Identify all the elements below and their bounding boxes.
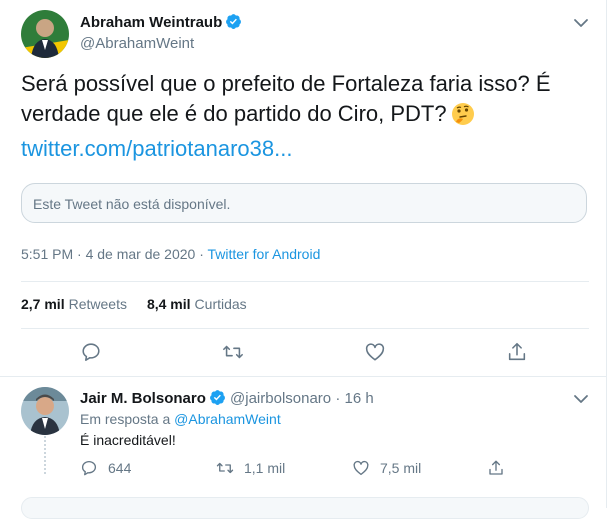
reply-reply-action[interactable]: 644 [80,459,131,479]
reply-reply-count: 644 [108,460,132,476]
reply-author-handle[interactable]: @jairbolsonaro [230,390,331,407]
chevron-down-icon[interactable] [572,14,590,32]
likes-label: Curtidas [194,296,247,312]
thread-line [44,436,46,474]
like-icon[interactable] [364,341,386,363]
likes-count: 8,4 mil [146,296,191,312]
retweets-stat[interactable]: 2,7 mil Retweets [21,296,127,312]
reply-retweet-count: 1,1 mil [244,460,286,476]
author-name[interactable]: Abraham Weintraub [80,14,222,31]
reply-author-line: Jair M. Bolsonaro @jairbolsonaro · 16 h [80,389,374,410]
reply-like-count: 7,5 mil [380,460,422,476]
reply-text: É inacreditável! [80,432,176,448]
likes-stat[interactable]: 8,4 mil Curtidas [147,296,247,312]
verified-badge-icon [209,389,226,410]
retweet-icon [216,462,234,474]
reply-like-action[interactable]: 7,5 mil [352,459,421,479]
quoted-tweet-card: Este Tweet não está disponível. [21,183,587,223]
reply-icon [81,460,97,476]
meta-separator: · [199,246,204,262]
tweet-meta: 5:51 PM · 4 de mar de 2020 · Twitter for… [21,246,320,262]
tweet-text: Será possível que o prefeito de Fortalez… [21,69,591,164]
tweet-stats: 2,7 mil Retweets 8,4 mil Curtidas [21,296,247,312]
reply-share-action[interactable] [487,459,515,479]
tweet-source[interactable]: Twitter for Android [208,246,321,262]
replying-mention[interactable]: @AbrahamWeint [174,411,281,427]
separator [21,328,589,329]
reply-author-name[interactable]: Jair M. Bolsonaro [80,390,206,407]
verified-badge-icon [225,13,242,34]
tweet-detail-page: Abraham Weintraub @AbrahamWeint Será pos… [0,0,607,519]
author-name-container[interactable]: Abraham Weintraub [80,13,242,34]
share-icon [489,460,503,475]
share-icon[interactable] [506,341,528,363]
replying-to: Em resposta a @AbrahamWeint [80,411,281,427]
avatar-abraham[interactable] [21,10,69,58]
quoted-tweet-unavailable: Este Tweet não está disponível. [33,196,231,212]
reply-retweet-action[interactable]: 1,1 mil [216,459,285,479]
author-handle[interactable]: @AbrahamWeint [80,35,194,52]
tweet-link[interactable]: twitter.com/patriotanaro38... [21,136,292,161]
chevron-down-icon[interactable] [572,390,590,408]
reply-icon[interactable] [80,341,102,363]
separator [21,281,589,282]
retweet-icon[interactable] [222,341,244,363]
replying-prefix: Em resposta a [80,411,171,427]
avatar-bolsonaro[interactable] [21,387,69,435]
thinking-face-emoji [451,102,475,134]
tweet-timestamp[interactable]: 5:51 PM · 4 de mar de 2020 [21,246,195,262]
retweets-label: Retweets [68,296,127,312]
like-icon [353,460,369,476]
reply-time[interactable]: · 16 h [335,390,373,407]
retweets-count: 2,7 mil [21,296,65,312]
section-divider [0,376,606,377]
next-tweet-card [21,497,589,519]
